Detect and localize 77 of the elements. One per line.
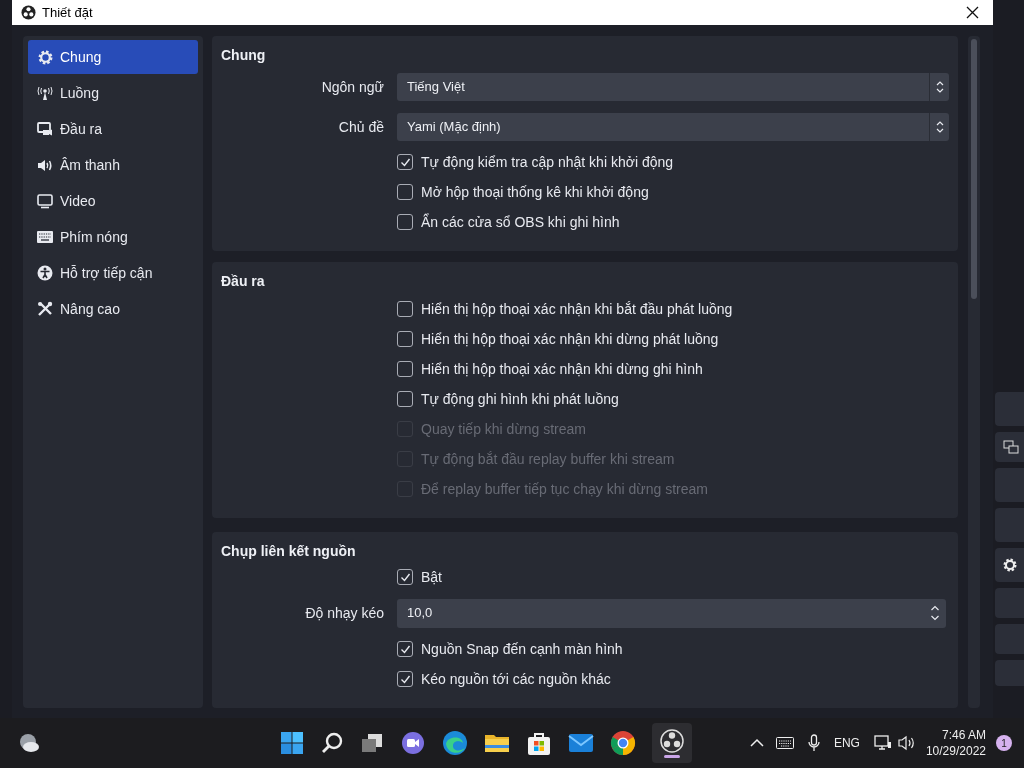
checkbox-option[interactable]: Kéo nguồn tới các nguồn khác [397, 668, 611, 690]
checkbox-option[interactable]: Tự động ghi hình khi phát luồng [397, 388, 619, 410]
mail-icon[interactable] [568, 732, 594, 754]
chrome-icon[interactable] [610, 730, 636, 756]
monitor-camera-icon [37, 121, 53, 137]
windows-icon [1003, 440, 1019, 454]
checkbox-option[interactable]: Ẩn các cửa sổ OBS khi ghi hình [397, 211, 620, 233]
clock-time: 7:46 AM [941, 727, 986, 743]
browser-icon[interactable] [442, 730, 468, 756]
up-down-arrows-icon [930, 605, 940, 621]
number-field[interactable]: 10,0 [397, 598, 946, 628]
up-down-arrows-icon [935, 121, 944, 133]
checkbox[interactable] [397, 361, 413, 377]
up-down-arrows-icon [935, 81, 944, 93]
sidebar-item[interactable]: Hỗ trợ tiếp cận [28, 256, 198, 290]
group-title: Chung [221, 47, 266, 63]
scrollbar-thumb[interactable] [971, 39, 977, 299]
checkbox[interactable] [397, 569, 413, 585]
network-icon[interactable] [873, 735, 892, 751]
checkbox-option[interactable]: Hiển thị hộp thoại xác nhận khi dừng phát luồng [397, 328, 719, 350]
checkbox-option[interactable]: Bật [397, 566, 442, 588]
group-title: Đầu ra [221, 273, 265, 289]
sidebar-item[interactable]: Phím nóng [28, 220, 198, 254]
tools-icon [37, 301, 53, 317]
keyboard-icon [37, 231, 53, 243]
field-label: Chủ đề [338, 117, 384, 137]
keyboard-icon[interactable] [775, 737, 794, 749]
notification-badge[interactable]: 1 [996, 735, 1012, 751]
app-logo-icon [21, 5, 36, 20]
checkbox[interactable] [397, 391, 413, 407]
sidebar-item[interactable]: Âm thanh [28, 148, 198, 182]
field-label: Độ nhạy kéo [305, 603, 384, 623]
dropdown[interactable]: Tiếng Việt [397, 73, 949, 101]
checkbox-option[interactable]: Tự động kiểm tra cập nhật khi khởi động [397, 151, 674, 173]
search-icon[interactable] [320, 731, 344, 755]
microphone-icon[interactable] [807, 734, 820, 752]
dock-button[interactable] [995, 548, 1024, 582]
checkbox[interactable] [397, 301, 413, 317]
checkbox[interactable] [397, 671, 413, 687]
checkbox[interactable] [397, 154, 413, 170]
monitor-icon [37, 193, 53, 209]
sidebar-item[interactable]: Đầu ra [28, 112, 198, 146]
sidebar-item[interactable]: Chung [28, 40, 198, 74]
checkbox-option[interactable]: Mở hộp thoại thống kê khi khởi động [397, 181, 649, 203]
weather-icon[interactable] [17, 732, 41, 754]
checkbox[interactable] [397, 641, 413, 657]
checkbox[interactable] [397, 331, 413, 347]
field-label: Ngôn ngữ [321, 77, 384, 97]
store-icon[interactable] [526, 730, 552, 756]
checkbox[interactable] [397, 214, 413, 230]
chevron-up-icon[interactable] [749, 738, 764, 748]
chat-icon[interactable] [400, 731, 426, 755]
checkbox-option[interactable]: Hiển thị hộp thoại xác nhận khi dừng ghi hình [397, 358, 703, 380]
clock-date: 10/29/2022 [925, 743, 986, 759]
scrollbar[interactable] [968, 36, 980, 708]
sidebar-item[interactable]: Luồng [28, 76, 198, 110]
dropdown[interactable]: Yami (Mặc định) [397, 113, 949, 141]
obs-taskbar-button[interactable] [652, 723, 692, 763]
gear-icon [37, 49, 53, 65]
antenna-icon [37, 85, 53, 101]
task-view-icon[interactable] [360, 731, 384, 755]
start-icon[interactable] [280, 731, 304, 755]
checkbox[interactable] [397, 184, 413, 200]
settings-icon [1003, 558, 1017, 572]
speaker-icon [37, 157, 53, 173]
app-logo-icon [660, 728, 684, 753]
checkbox-option[interactable]: Nguồn Snap đến cạnh màn hình [397, 638, 623, 660]
sidebar-item[interactable]: Video [28, 184, 198, 218]
window-title: Thiết đặt [42, 3, 93, 22]
checkbox-option[interactable]: Hiển thị hộp thoại xác nhận khi bắt đầu phát luồng [397, 298, 733, 320]
close-icon [965, 6, 979, 19]
volume-icon[interactable] [897, 735, 916, 751]
language-indicator[interactable]: ENG [833, 734, 860, 752]
sidebar-item[interactable]: Nâng cao [28, 292, 198, 326]
group-title: Chụp liên kết nguồn [221, 543, 356, 559]
accessibility-icon [37, 265, 53, 281]
clock[interactable]: 7:46 AM 10/29/2022 [925, 727, 986, 759]
